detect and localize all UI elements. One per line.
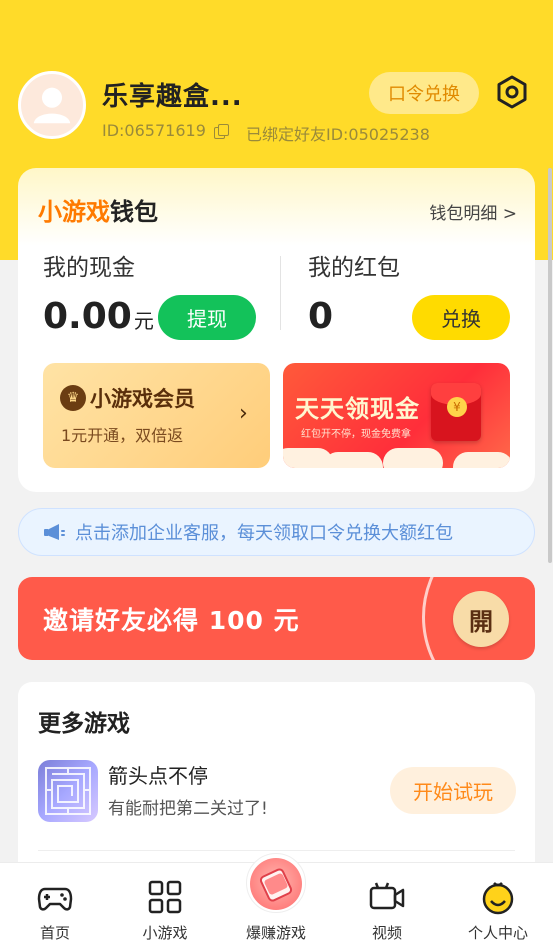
cash-value: 0.00 元 [43,296,154,337]
banner-subtitle: 红包开不停，现金免费拿 [301,429,411,440]
invite-friends-banner[interactable]: 邀请好友必得 100 元 開 [18,577,535,660]
cash-label: 我的现金 [43,255,135,281]
money-icon[interactable] [250,858,302,910]
wallet-card: 小游戏钱包 钱包明细 > 我的现金 0.00 元 提现 我的红包 0 兑换 ♛ 小… [18,168,535,492]
cash-amount: 0.00 [43,296,132,337]
avatar[interactable] [18,71,86,139]
nav-label-mini-games: 小游戏 [142,924,188,942]
withdraw-button[interactable]: 提现 [158,295,256,340]
start-play-button[interactable]: 开始试玩 [390,767,516,814]
vip-membership-card[interactable]: ♛ 小游戏会员 1元开通，双倍返 › [43,363,270,468]
redpack-value: 0 [308,296,334,337]
crown-icon: ♛ [60,385,86,411]
nav-label-video: 视频 [371,924,402,942]
bound-friend-id: 已绑定好友ID:05025238 [246,125,430,144]
user-id: ID:06571619 [102,121,206,140]
game-thumbnail[interactable] [38,760,98,822]
vip-subtitle: 1元开通，双倍返 [61,426,184,445]
copy-icon[interactable] [213,123,229,139]
cloud-decoration [323,452,383,468]
user-avatar-icon [33,87,71,124]
scrollbar[interactable] [548,168,552,563]
wallet-title-part1: 小游戏 [38,198,110,226]
wallet-title-part2: 钱包 [110,198,158,226]
gamepad-icon [37,887,73,911]
maze-icon [45,767,91,815]
redpack-label: 我的红包 [308,255,400,281]
video-camera-icon [369,882,405,910]
nav-label-hot-games: 爆赚游戏 [245,924,306,942]
user-id-row: ID:06571619 [102,121,229,140]
divider [38,850,515,851]
nav-item-video[interactable]: 视频 [332,863,442,950]
username: 乐享趣盒... [102,82,243,112]
settings-hexagon-icon[interactable] [494,74,530,110]
wallet-title: 小游戏钱包 [38,192,158,227]
more-games-section: 更多游戏 箭头点不停 有能耐把第二关过了! 开始试玩 [18,682,535,882]
banner-title: 天天领现金 [295,395,420,423]
more-games-title: 更多游戏 [38,711,130,737]
game-name: 箭头点不停 [108,764,208,788]
nav-item-mini-games[interactable]: 小游戏 [110,863,220,950]
daily-cash-banner[interactable]: 天天领现金 红包开不停，现金免费拿 ¥ [283,363,510,468]
invite-text: 邀请好友必得 100 元 [43,606,300,635]
game-description: 有能耐把第二关过了! [108,799,268,819]
open-button[interactable]: 開 [453,591,509,647]
nav-item-profile[interactable]: 个人中心 [443,863,553,950]
exchange-button[interactable]: 兑换 [412,295,510,340]
coin-icon: ¥ [447,397,467,417]
notice-text: 点击添加企业客服，每天领取口令兑换大额红包 [75,523,453,544]
smiley-face-icon [482,882,514,915]
wallet-detail-link[interactable]: 钱包明细 > [429,199,517,224]
vip-title: 小游戏会员 [90,387,195,411]
customer-service-notice[interactable]: 点击添加企业客服，每天领取口令兑换大额红包 [18,508,535,556]
cloud-decoration [453,452,510,468]
wallet-divider [280,256,281,330]
nav-label-profile: 个人中心 [467,924,528,942]
code-exchange-button[interactable]: 口令兑换 [369,72,479,114]
grid-icon [148,880,182,914]
nav-item-home[interactable]: 首页 [0,863,110,950]
nav-label-home: 首页 [39,924,70,942]
cash-unit: 元 [133,309,154,333]
chevron-right-icon: › [239,401,248,426]
money-stack-icon [259,868,293,902]
cloud-decoration [383,448,443,468]
megaphone-icon [44,524,65,540]
